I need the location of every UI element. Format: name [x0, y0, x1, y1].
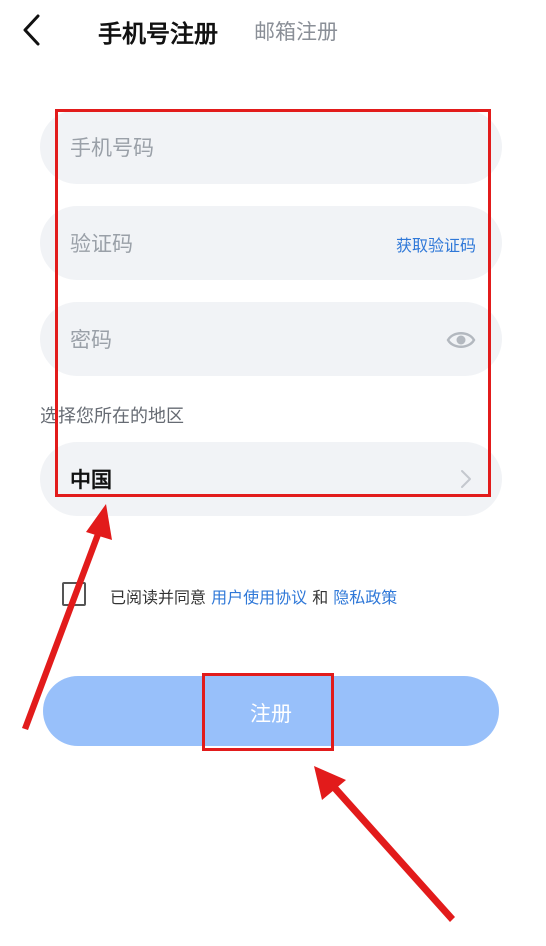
back-button[interactable] — [18, 12, 48, 48]
agreement-prefix: 已阅读并同意 — [110, 588, 212, 607]
tab-email-register[interactable]: 邮箱注册 — [254, 16, 338, 46]
annotation-box-form — [55, 109, 491, 497]
tab-phone-register[interactable]: 手机号注册 — [98, 14, 218, 49]
header: 手机号注册 邮箱注册 — [0, 0, 546, 60]
agreement-checkbox[interactable] — [62, 582, 86, 606]
annotation-box-button — [202, 673, 334, 751]
chevron-left-icon — [23, 14, 40, 46]
annotation-arrow-button — [314, 766, 455, 922]
terms-link[interactable]: 用户使用协议 — [211, 588, 307, 607]
agreement-and: 和 — [307, 588, 334, 607]
agreement-text: 已阅读并同意 用户使用协议 和 隐私政策 — [110, 584, 397, 608]
privacy-link[interactable]: 隐私政策 — [333, 588, 397, 607]
